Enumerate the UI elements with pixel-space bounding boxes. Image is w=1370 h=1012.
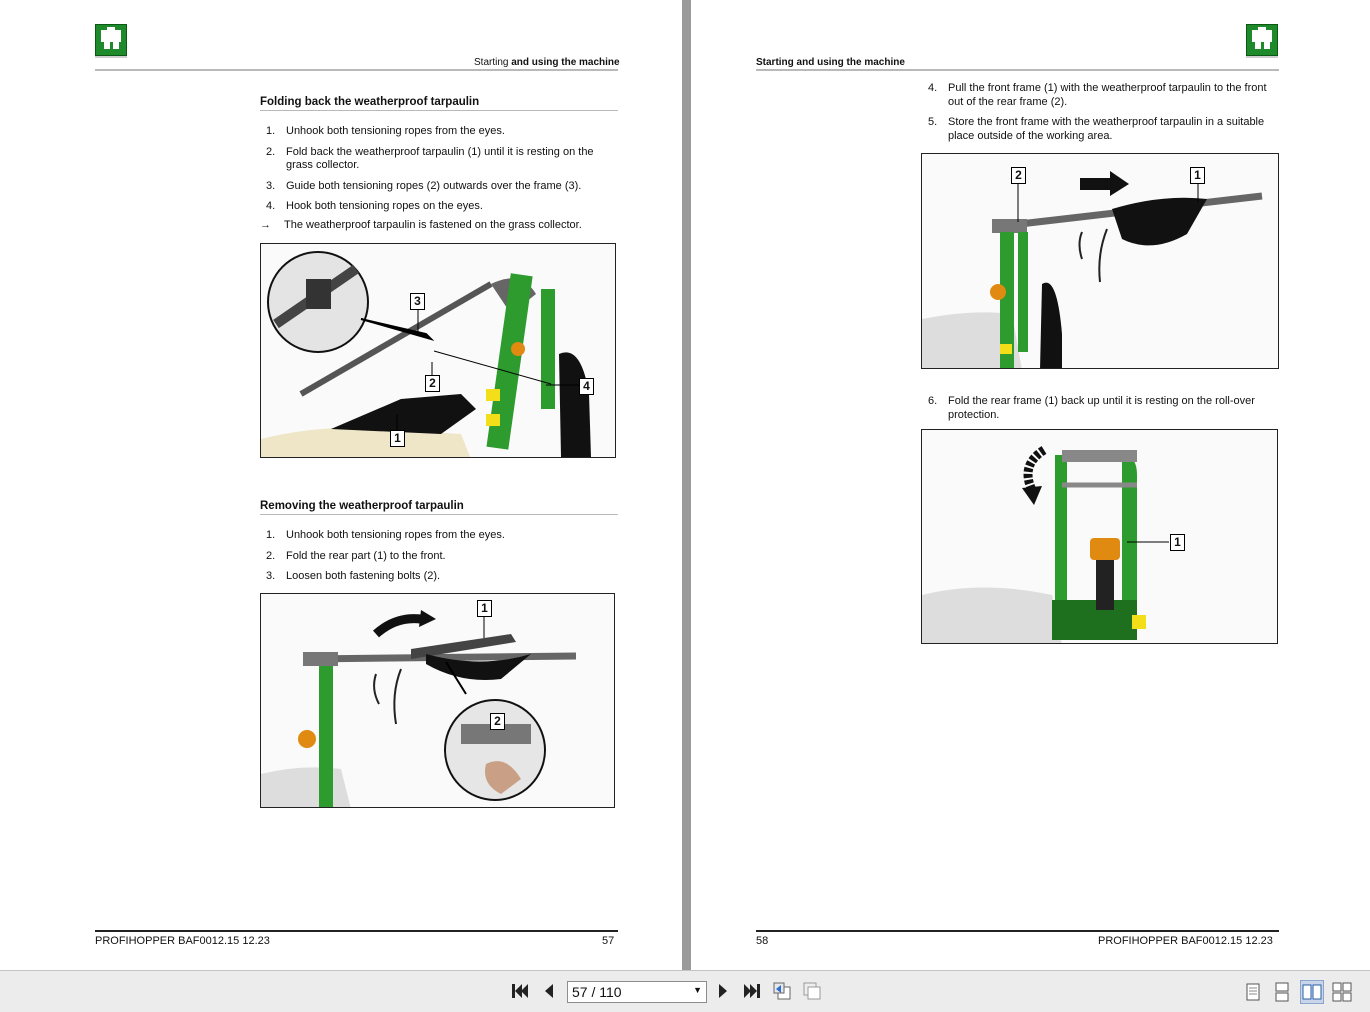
page-number: 57	[602, 935, 615, 947]
left-page: Starting and using the machine Folding b…	[0, 0, 682, 970]
footer-rule	[756, 930, 1279, 932]
running-header: Starting and using the machine	[474, 57, 620, 68]
figure-callout: 2	[425, 375, 440, 392]
single-page-view-button[interactable]	[1241, 980, 1265, 1004]
back-view-button[interactable]	[771, 980, 793, 1002]
logo-underline	[1246, 56, 1278, 58]
figure-callout: 1	[1190, 167, 1205, 184]
list-item: 4. Hook both tensioning ropes on the eyes…	[266, 200, 483, 212]
footer-doc-id: PROFIHOPPER BAF0012.15 12.23	[1098, 935, 1273, 947]
header-rule	[756, 69, 1279, 71]
figure-callout: 1	[390, 430, 405, 447]
continuous-facing-view-button[interactable]	[1330, 980, 1354, 1004]
page-number-select[interactable]: 57 / 110 ▼	[567, 981, 707, 1003]
section-rule	[260, 110, 618, 111]
list-item: 4. Pull the front frame (1) with the weat…	[928, 82, 1267, 108]
section-rule	[260, 514, 618, 515]
figure-callout: 2	[1011, 167, 1026, 184]
step-list: 1. Unhook both tensioning ropes from the …	[260, 125, 618, 221]
forward-view-button[interactable]	[801, 980, 823, 1002]
continuous-view-button[interactable]	[1270, 980, 1294, 1004]
step-list: 4. Pull the front frame (1) with the weat…	[922, 82, 1279, 150]
figure-remove-tarpaulin: 1 2	[260, 593, 615, 808]
list-item: 1. Unhook both tensioning ropes from the …	[266, 529, 505, 541]
list-item: 1. Unhook both tensioning ropes from the …	[266, 125, 505, 137]
first-page-button[interactable]	[509, 980, 531, 1002]
result-arrow-icon: →	[260, 219, 271, 231]
step-list: 1. Unhook both tensioning ropes from the …	[260, 529, 618, 591]
figure-callout: 2	[490, 713, 505, 730]
header-rule	[95, 69, 618, 71]
chevron-down-icon: ▼	[693, 985, 702, 995]
last-page-button[interactable]	[741, 980, 763, 1002]
figure-callout: 1	[477, 600, 492, 617]
list-item: 3. Loosen both fastening bolts (2).	[266, 570, 441, 582]
previous-page-icon	[545, 984, 553, 998]
next-page-icon	[719, 984, 727, 998]
figure-callout: 3	[410, 293, 425, 310]
figure-callout: 1	[1170, 534, 1185, 551]
footer-doc-id: PROFIHOPPER BAF0012.15 12.23	[95, 935, 270, 947]
first-page-icon	[512, 984, 528, 998]
brand-logo	[95, 24, 127, 56]
step-list: 6. Fold the rear frame (1) back up until …	[922, 395, 1279, 429]
page-gutter	[682, 0, 691, 970]
facing-pages-view-button[interactable]	[1300, 980, 1324, 1004]
list-item: 2. Fold the rear part (1) to the front.	[266, 549, 446, 562]
viewer-toolbar: 57 / 110 ▼	[0, 970, 1370, 1012]
continuous-view-icon	[1275, 982, 1289, 1002]
facing-pages-view-icon	[1302, 984, 1322, 1000]
footer-rule	[95, 930, 618, 932]
previous-page-button[interactable]	[538, 980, 560, 1002]
page-number: 58	[756, 935, 769, 947]
list-item: 6. Fold the rear frame (1) back up until …	[928, 395, 1255, 421]
right-page: Starting and using the machine 4. Pull th…	[691, 0, 1370, 970]
page-number-value: 57 / 110	[572, 984, 622, 1000]
last-page-icon	[744, 984, 760, 998]
brand-logo	[1246, 24, 1278, 56]
next-page-button[interactable]	[712, 980, 734, 1002]
figure-pull-front-frame: 2 1	[921, 153, 1279, 369]
figure-callout: 4	[579, 378, 594, 395]
list-item: 2. Fold back the weatherproof tarpaulin (…	[266, 145, 594, 172]
back-view-icon	[773, 982, 791, 1000]
list-item: 5. Store the front frame with the weather…	[928, 116, 1265, 142]
forward-view-icon	[803, 982, 821, 1000]
figure-fold-rear-frame: 1	[921, 429, 1278, 644]
running-header: Starting and using the machine	[756, 57, 905, 68]
logo-underline	[95, 56, 127, 58]
single-page-view-icon	[1246, 983, 1260, 1001]
section-title: Folding back the weatherproof tarpaulin	[260, 96, 480, 108]
list-item: 3. Guide both tensioning ropes (2) outwar…	[266, 179, 582, 192]
figure-fold-back-tarpaulin: 3 2 4 1	[260, 243, 616, 458]
continuous-facing-view-icon	[1332, 982, 1352, 1002]
section-title: Removing the weatherproof tarpaulin	[260, 500, 464, 512]
